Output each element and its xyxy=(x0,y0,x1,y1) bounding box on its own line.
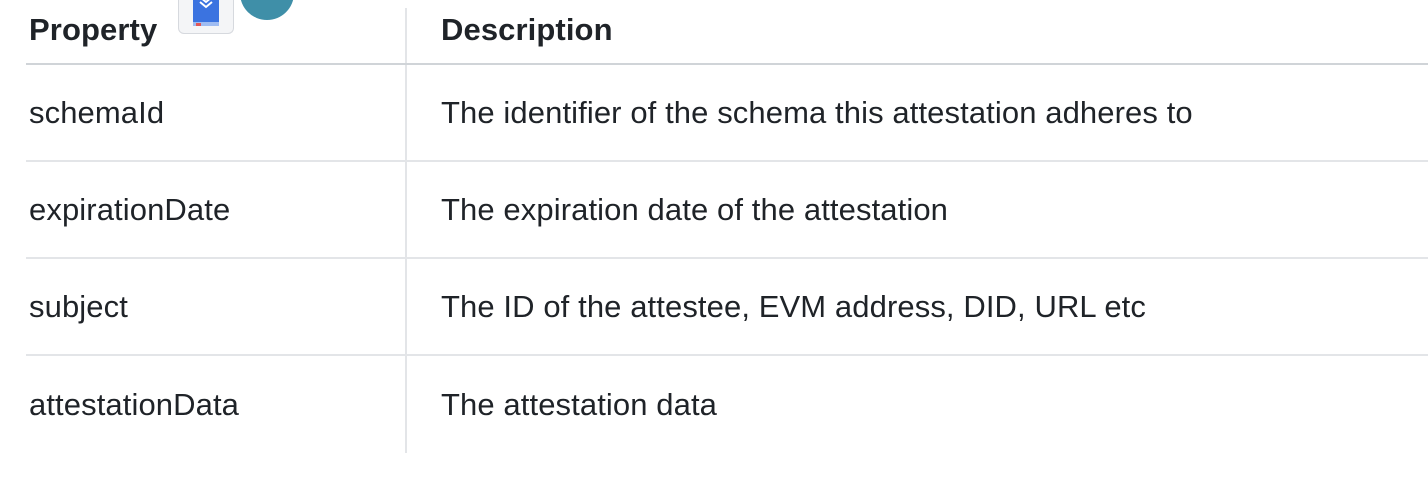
table-row: subject The ID of the attestee, EVM addr… xyxy=(26,259,1428,356)
table-row: expirationDate The expiration date of th… xyxy=(26,162,1428,259)
properties-table: Property Description schemaId The identi… xyxy=(26,0,1428,453)
property-cell: subject xyxy=(26,259,407,354)
property-cell: schemaId xyxy=(26,65,407,160)
description-cell: The identifier of the schema this attest… xyxy=(441,94,1193,130)
table-row: attestationData The attestation data xyxy=(26,356,1428,453)
table-row: schemaId The identifier of the schema th… xyxy=(26,65,1428,162)
bookmark-book-icon[interactable] xyxy=(178,0,234,34)
description-cell: The expiration date of the attestation xyxy=(441,191,949,227)
header-description: Description xyxy=(441,12,613,47)
description-cell: The ID of the attestee, EVM address, DID… xyxy=(441,288,1146,324)
property-cell: expirationDate xyxy=(26,162,407,257)
description-cell: The attestation data xyxy=(441,386,718,422)
table-header-row: Property Description xyxy=(26,0,1428,65)
page: Property Description schemaId The identi… xyxy=(0,0,1428,480)
property-cell: attestationData xyxy=(26,356,407,453)
